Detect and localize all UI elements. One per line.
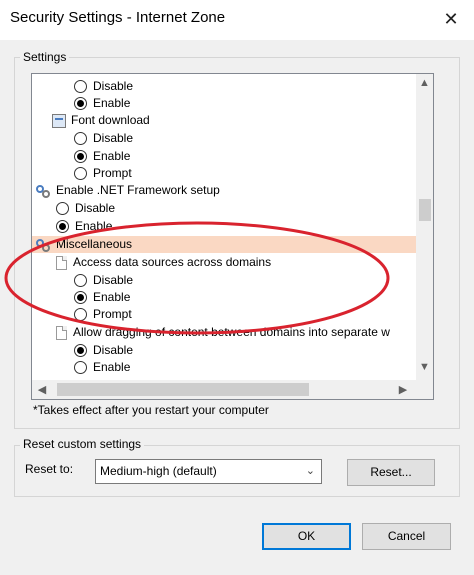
row-label: Enable: [93, 149, 131, 163]
setting-header: Font download: [52, 112, 150, 129]
radio-option[interactable]: Disable: [74, 272, 133, 289]
reset-group-label: Reset custom settings: [20, 437, 145, 451]
reset-button-label: Reset...: [370, 465, 412, 479]
restart-note: *Takes effect after you restart your com…: [33, 403, 269, 417]
radio-option[interactable]: Prompt: [74, 306, 132, 323]
horizontal-scroll-thumb[interactable]: [57, 383, 309, 396]
radio-selected-icon[interactable]: [74, 150, 87, 163]
radio-unselected-icon[interactable]: [74, 80, 87, 93]
row-label: Enable: [93, 360, 131, 374]
scroll-down-icon[interactable]: ▼: [416, 361, 433, 373]
title-bar: Security Settings - Internet Zone ✕: [0, 0, 474, 40]
radio-selected-icon[interactable]: [74, 344, 87, 357]
row-label: Enable: [93, 96, 131, 110]
radio-option[interactable]: Disable: [56, 200, 115, 217]
page-icon: [56, 255, 67, 270]
close-icon[interactable]: ✕: [428, 0, 474, 38]
radio-unselected-icon[interactable]: [74, 132, 87, 145]
reset-to-label: Reset to:: [25, 462, 74, 476]
font-icon: [52, 113, 66, 128]
radio-unselected-icon[interactable]: [56, 202, 69, 215]
vertical-scroll-thumb[interactable]: [419, 199, 431, 221]
setting-header: Enable .NET Framework setup: [36, 182, 220, 199]
row-label: Disable: [93, 343, 134, 357]
radio-selected-icon[interactable]: [74, 291, 87, 304]
radio-option[interactable]: Enable: [74, 148, 130, 165]
row-label: Disable: [75, 201, 116, 215]
row-label: Disable: [93, 79, 134, 93]
radio-option[interactable]: Enable: [74, 359, 130, 376]
horizontal-scrollbar[interactable]: ◀ ▶: [32, 380, 416, 399]
radio-option[interactable]: Enable: [56, 218, 112, 235]
page-icon: [56, 325, 67, 340]
radio-unselected-icon[interactable]: [74, 274, 87, 287]
row-label: Access data sources across domains: [73, 255, 272, 269]
window-title: Security Settings - Internet Zone: [10, 9, 226, 26]
row-label: Prompt: [93, 307, 132, 321]
reset-level-select[interactable]: Medium-high (default) ⌄: [95, 459, 322, 484]
radio-option[interactable]: Prompt: [74, 165, 132, 182]
vertical-scrollbar[interactable]: ▲ ▼: [416, 74, 433, 380]
category-item: Miscellaneous: [32, 236, 416, 253]
row-label: Allow dragging of content between domain…: [73, 325, 390, 339]
scroll-up-icon[interactable]: ▲: [416, 77, 433, 89]
reset-button[interactable]: Reset...: [347, 459, 435, 486]
scroll-left-icon[interactable]: ◀: [35, 383, 49, 396]
ok-button-label: OK: [297, 529, 316, 543]
row-label: Miscellaneous: [56, 237, 133, 251]
reset-level-value: Medium-high (default): [100, 464, 217, 478]
radio-option[interactable]: Enable: [74, 95, 130, 112]
radio-option[interactable]: Disable: [74, 78, 133, 95]
radio-option[interactable]: Disable: [74, 342, 133, 359]
row-label: Enable .NET Framework setup: [56, 183, 220, 197]
ok-button[interactable]: OK: [262, 523, 351, 550]
row-label: Enable: [75, 219, 113, 233]
scroll-corner: [416, 380, 433, 399]
cancel-button[interactable]: Cancel: [362, 523, 451, 550]
cancel-button-label: Cancel: [387, 529, 426, 543]
settings-gear-icon: [36, 184, 51, 198]
radio-selected-icon[interactable]: [74, 97, 87, 110]
settings-tree-content: Disable Enable Font download Disable Enable P…: [32, 74, 416, 380]
radio-unselected-icon[interactable]: [74, 308, 87, 321]
radio-option[interactable]: Enable: [74, 289, 130, 306]
radio-unselected-icon[interactable]: [74, 167, 87, 180]
settings-tree[interactable]: Disable Enable Font download Disable Enable P…: [31, 73, 434, 400]
radio-option[interactable]: Disable: [74, 130, 133, 147]
chevron-down-icon: ⌄: [305, 465, 315, 477]
row-label: Disable: [93, 131, 134, 145]
settings-group-label: Settings: [20, 50, 70, 64]
setting-header: Access data sources across domains: [56, 254, 271, 271]
row-label: Disable: [93, 273, 134, 287]
radio-selected-icon[interactable]: [56, 220, 69, 233]
row-label: Font download: [71, 113, 150, 127]
scroll-right-icon[interactable]: ▶: [396, 383, 410, 396]
radio-unselected-icon[interactable]: [74, 361, 87, 374]
setting-header: Allow dragging of content between domain…: [56, 324, 390, 341]
settings-gear-icon: [36, 238, 51, 252]
row-label: Prompt: [93, 166, 132, 180]
row-label: Enable: [93, 290, 131, 304]
